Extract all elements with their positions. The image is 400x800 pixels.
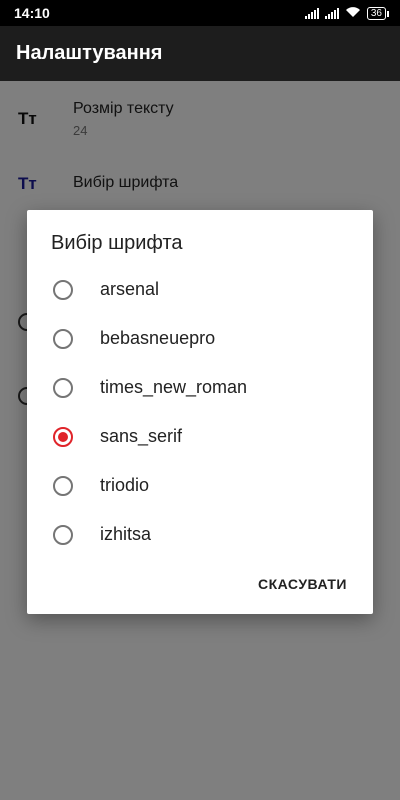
radio-icon[interactable]: [53, 328, 73, 349]
dialog-title: Вибір шрифта: [51, 232, 183, 254]
radio-icon[interactable]: [53, 279, 73, 300]
font-option-arsenal[interactable]: arsenal: [27, 265, 373, 314]
radio-icon[interactable]: [53, 524, 73, 545]
radio-icon[interactable]: [53, 475, 73, 496]
option-label: sans_serif: [100, 426, 183, 446]
option-label: bebasneuepro: [100, 328, 216, 348]
cancel-button[interactable]: СКАСУВАТИ: [256, 572, 349, 596]
font-option-sans-serif[interactable]: sans_serif: [27, 412, 373, 461]
font-option-bebasneuepro[interactable]: bebasneuepro: [27, 314, 373, 363]
status-time: 14:10: [14, 5, 50, 21]
font-select-dialog: Вибір шрифта arsenal bebasneuepro times_…: [27, 210, 373, 614]
font-option-times-new-roman[interactable]: times_new_roman: [27, 363, 373, 412]
battery-indicator: 36: [366, 6, 390, 20]
radio-icon[interactable]: [53, 377, 73, 398]
status-icons: 36: [304, 5, 390, 21]
status-bar: 14:10 36: [0, 0, 400, 26]
option-label: times_new_roman: [100, 377, 248, 397]
font-option-triodio[interactable]: triodio: [27, 461, 373, 510]
radio-checked-icon[interactable]: [53, 426, 73, 447]
option-label: triodio: [100, 475, 150, 495]
option-label: izhitsa: [100, 524, 152, 544]
signal-icon: [304, 7, 319, 19]
font-option-izhitsa[interactable]: izhitsa: [27, 510, 373, 559]
option-label: arsenal: [100, 279, 160, 299]
wifi-icon: [345, 5, 361, 21]
page-title: Налаштування: [16, 42, 163, 64]
app-bar: Налаштування: [0, 26, 400, 81]
signal-icon-2: [324, 7, 339, 19]
